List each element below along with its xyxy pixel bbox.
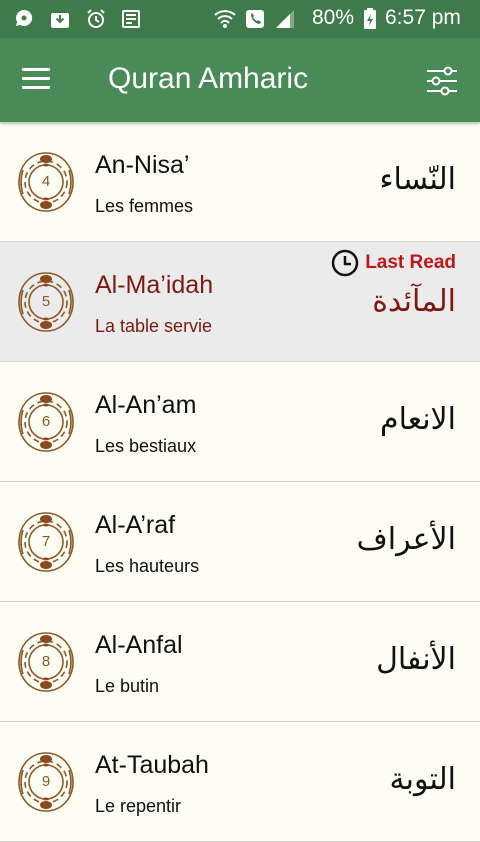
alarm-icon <box>87 9 105 28</box>
surah-row[interactable]: 9 At-Taubah Le repentir التوبة <box>0 722 480 842</box>
surah-row[interactable]: 5 Al-Ma’idah La table servie المآئدة Last R… <box>0 242 480 362</box>
surah-row[interactable]: 4 An-Nisa’ Les femmes النّساء <box>0 122 480 242</box>
surah-arabic-name: الانعام <box>380 402 456 437</box>
wifi-icon <box>214 10 236 28</box>
surah-row[interactable]: 7 Al-A’raf Les hauteurs الأعراف <box>0 482 480 602</box>
surah-translation: Les hauteurs <box>95 556 200 576</box>
news-notification-icon <box>122 10 140 28</box>
surah-number: 9 <box>41 773 51 790</box>
surah-translation: Les femmes <box>95 196 194 216</box>
surah-number-badge: 4 <box>15 150 77 214</box>
surah-name: Al-Ma’idah <box>95 271 214 299</box>
signal-strength-icon <box>276 10 294 28</box>
surah-number-badge: 7 <box>15 510 77 574</box>
download-notification-icon <box>51 13 69 28</box>
surah-name: An-Nisa’ <box>95 151 190 179</box>
surah-row[interactable]: 8 Al-Anfal Le butin الأنفال <box>0 602 480 722</box>
surah-number-badge: 6 <box>15 390 77 454</box>
battery-percentage: 80% <box>312 6 355 29</box>
chat-notification-icon <box>16 9 33 26</box>
settings-sliders-button[interactable] <box>425 64 459 98</box>
surah-arabic-name: الأنفال <box>376 642 456 677</box>
surah-translation: Le butin <box>95 676 160 696</box>
surah-number: 5 <box>41 293 51 310</box>
surah-translation: Le repentir <box>95 796 182 816</box>
menu-button[interactable] <box>22 68 52 92</box>
status-bar: 80% 6:57 pm <box>0 0 480 38</box>
surah-arabic-name: الأعراف <box>356 522 456 557</box>
clock-icon <box>331 249 359 277</box>
battery-charging-icon <box>364 8 376 29</box>
surah-name: At-Taubah <box>95 751 209 779</box>
call-status-icon <box>246 10 264 28</box>
surah-number: 6 <box>41 413 51 430</box>
surah-arabic-name: النّساء <box>379 162 456 197</box>
surah-name: Al-An’am <box>95 391 197 419</box>
last-read-indicator: Last Read <box>331 248 456 278</box>
surah-arabic-name: التوبة <box>389 762 456 797</box>
surah-arabic-name: المآئدة <box>372 284 456 319</box>
surah-name: Al-Anfal <box>95 631 183 659</box>
surah-number-badge: 5 <box>15 270 77 334</box>
surah-number: 4 <box>41 173 51 190</box>
surah-row[interactable]: 6 Al-An’am Les bestiaux الانعام <box>0 362 480 482</box>
app-bar: Quran Amharic <box>0 38 480 122</box>
surah-name: Al-A’raf <box>95 511 176 539</box>
surah-translation: La table servie <box>95 316 213 336</box>
surah-number: 7 <box>41 533 51 550</box>
menu-icon <box>22 68 50 71</box>
surah-number: 8 <box>41 653 51 670</box>
app-title: Quran Amharic <box>108 62 309 95</box>
last-read-label: Last Read <box>365 252 456 273</box>
surah-number-badge: 8 <box>15 630 77 694</box>
surah-number-badge: 9 <box>15 750 77 814</box>
status-time: 6:57 pm <box>385 6 461 29</box>
surah-translation: Les bestiaux <box>95 436 197 456</box>
